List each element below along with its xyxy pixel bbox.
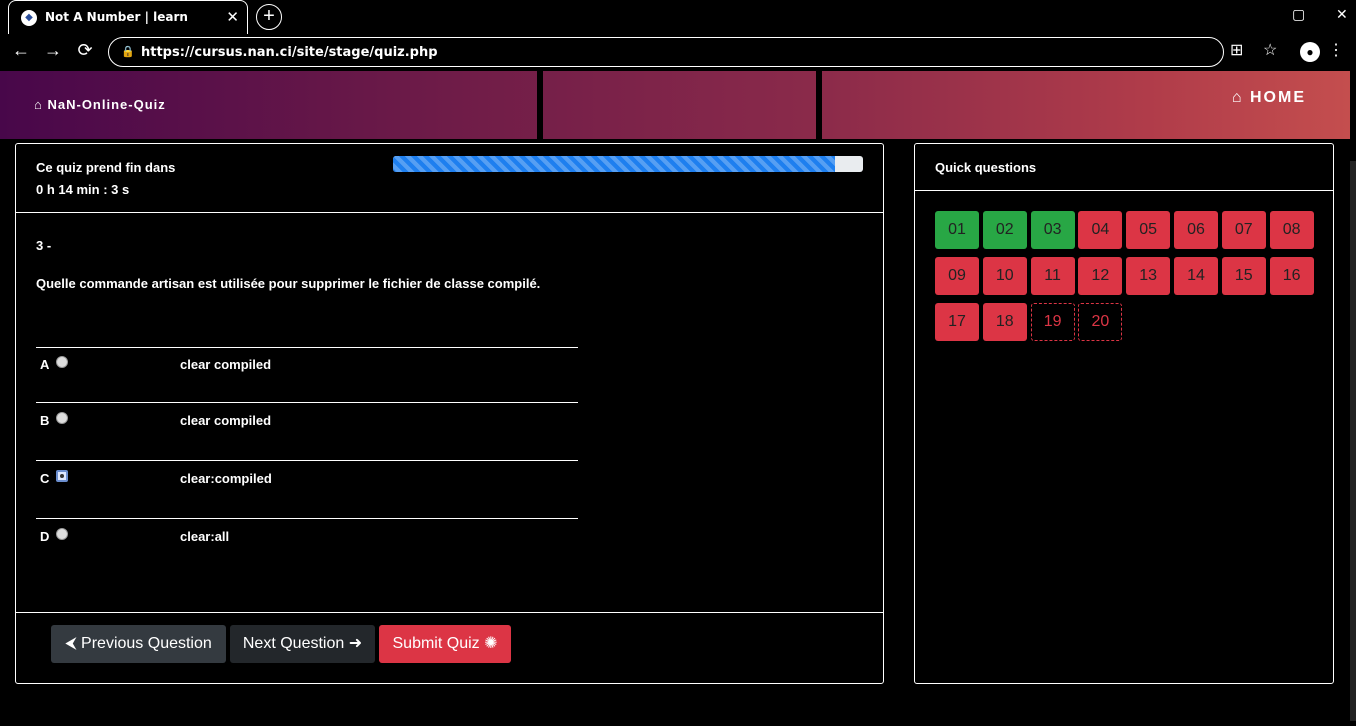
quiz-card: Ce quiz prend fin dans 0 h 14 min : 3 s … — [15, 143, 884, 684]
quick-question-17[interactable]: 17 — [935, 303, 979, 341]
page-scrollbar[interactable] — [1350, 71, 1356, 726]
quick-question-12[interactable]: 12 — [1078, 257, 1123, 295]
option-b-radio[interactable] — [56, 412, 68, 424]
option-a[interactable]: A clear compiled — [40, 355, 578, 375]
quick-question-16[interactable]: 16 — [1269, 257, 1314, 295]
quick-question-05[interactable]: 05 — [1126, 211, 1171, 249]
option-divider — [36, 460, 578, 461]
question-text: Quelle commande artisan est utilisée pou… — [36, 276, 541, 291]
forward-icon[interactable]: → — [42, 40, 64, 61]
quick-question-01[interactable]: 01 — [935, 211, 979, 249]
card-divider — [16, 212, 883, 213]
back-icon[interactable]: ← — [10, 40, 32, 61]
quick-question-15[interactable]: 15 — [1221, 257, 1266, 295]
quick-questions-title: Quick questions — [935, 160, 1037, 175]
tab-title: Not A Number | learn — [45, 10, 188, 24]
submit-quiz-label: Submit Quiz — [392, 635, 480, 652]
quick-question-14[interactable]: 14 — [1174, 257, 1218, 295]
home-icon: ⌂ — [34, 97, 43, 112]
option-text: clear compiled — [180, 357, 272, 372]
quick-question-13[interactable]: 13 — [1126, 257, 1171, 295]
question-number: 3 - — [36, 238, 52, 253]
header-separator — [537, 71, 543, 139]
next-question-label: Next Question — [242, 635, 345, 652]
option-letter: B — [40, 413, 50, 428]
quick-question-20[interactable]: 20 — [1078, 303, 1123, 341]
card-divider — [16, 612, 883, 613]
new-tab-button[interactable]: + — [256, 4, 282, 30]
option-letter: A — [40, 357, 50, 372]
option-c-radio[interactable] — [56, 470, 68, 482]
option-d-radio[interactable] — [56, 528, 68, 540]
option-divider — [36, 518, 578, 519]
previous-question-button[interactable]: ⮜ Previous Question — [51, 625, 226, 663]
quick-question-10[interactable]: 10 — [982, 257, 1027, 295]
option-letter: C — [40, 471, 50, 486]
quick-question-06[interactable]: 06 — [1174, 211, 1218, 249]
quick-question-04[interactable]: 04 — [1078, 211, 1123, 249]
brand-label: NaN-Online-Quiz — [47, 97, 166, 112]
option-divider — [36, 402, 578, 403]
quick-question-11[interactable]: 11 — [1030, 257, 1075, 295]
profile-avatar-icon[interactable]: ● — [1300, 42, 1320, 62]
reload-icon[interactable]: ⟳ — [74, 40, 96, 61]
quick-question-18[interactable]: 18 — [982, 303, 1027, 341]
option-text: clear compiled — [180, 413, 272, 428]
address-bar[interactable]: 🔒 https://cursus.nan.ci/site/stage/quiz.… — [108, 37, 1224, 67]
certificate-icon: ✺ — [484, 635, 498, 652]
quick-question-19[interactable]: 19 — [1030, 303, 1075, 341]
time-progress-fill — [393, 156, 835, 172]
close-tab-icon[interactable]: ✕ — [226, 8, 239, 26]
site-header: ⌂ NaN-Online-Quiz ⌂ HOME — [0, 71, 1350, 139]
option-c[interactable]: C clear:compiled — [40, 469, 578, 489]
option-divider — [36, 347, 578, 348]
next-question-button[interactable]: Next Question ➜ — [230, 625, 375, 663]
arrow-right-circle-icon: ➜ — [348, 635, 363, 652]
submit-quiz-button[interactable]: Submit Quiz ✺ — [379, 625, 511, 663]
lock-icon: 🔒 — [121, 46, 135, 58]
option-text: clear:compiled — [180, 471, 272, 486]
timer-label: Ce quiz prend fin dans — [36, 160, 176, 175]
browser-tab-bar: ◆ Not A Number | learn ✕ + ▢ ✕ — [0, 0, 1356, 34]
close-window-icon[interactable]: ✕ — [1336, 6, 1348, 23]
quick-question-02[interactable]: 02 — [982, 211, 1027, 249]
browser-menu-icon[interactable]: ⋮ — [1328, 40, 1344, 60]
option-text: clear:all — [180, 529, 230, 544]
scrollbar-thumb[interactable] — [1350, 161, 1356, 721]
timer-value: 0 h 14 min : 3 s — [36, 182, 130, 197]
translate-icon[interactable]: ⊞ — [1230, 40, 1243, 60]
header-separator — [816, 71, 822, 139]
quick-question-08[interactable]: 08 — [1269, 211, 1314, 249]
quick-question-07[interactable]: 07 — [1221, 211, 1266, 249]
site-favicon-icon: ◆ — [21, 10, 37, 26]
option-a-radio[interactable] — [56, 356, 68, 368]
arrow-left-circle-icon: ⮜ — [65, 635, 77, 652]
home-icon: ⌂ — [1231, 89, 1244, 106]
option-letter: D — [40, 529, 50, 544]
browser-tab[interactable]: ◆ Not A Number | learn ✕ — [8, 0, 248, 34]
brand-link[interactable]: ⌂ NaN-Online-Quiz — [34, 97, 166, 112]
previous-question-label: Previous Question — [81, 635, 212, 652]
restore-window-icon[interactable]: ▢ — [1292, 6, 1305, 23]
time-progress-bar — [393, 156, 863, 172]
bookmark-star-icon[interactable]: ☆ — [1263, 40, 1277, 60]
option-b[interactable]: B clear compiled — [40, 411, 578, 431]
url-text[interactable]: https://cursus.nan.ci/site/stage/quiz.ph… — [141, 45, 438, 60]
quick-questions-card: Quick questions 01 02 03 04 05 06 07 08 09 10 11 12… — [914, 143, 1334, 684]
nav-home-link[interactable]: ⌂ HOME — [1232, 89, 1306, 107]
option-d[interactable]: D clear:all — [40, 527, 578, 547]
browser-toolbar: ← → ⟳ 🔒 https://cursus.nan.ci/site/stage… — [0, 34, 1356, 70]
quick-question-09[interactable]: 09 — [935, 257, 979, 295]
nav-home-label: HOME — [1250, 89, 1306, 106]
quick-question-03[interactable]: 03 — [1030, 211, 1075, 249]
card-divider — [915, 190, 1333, 191]
